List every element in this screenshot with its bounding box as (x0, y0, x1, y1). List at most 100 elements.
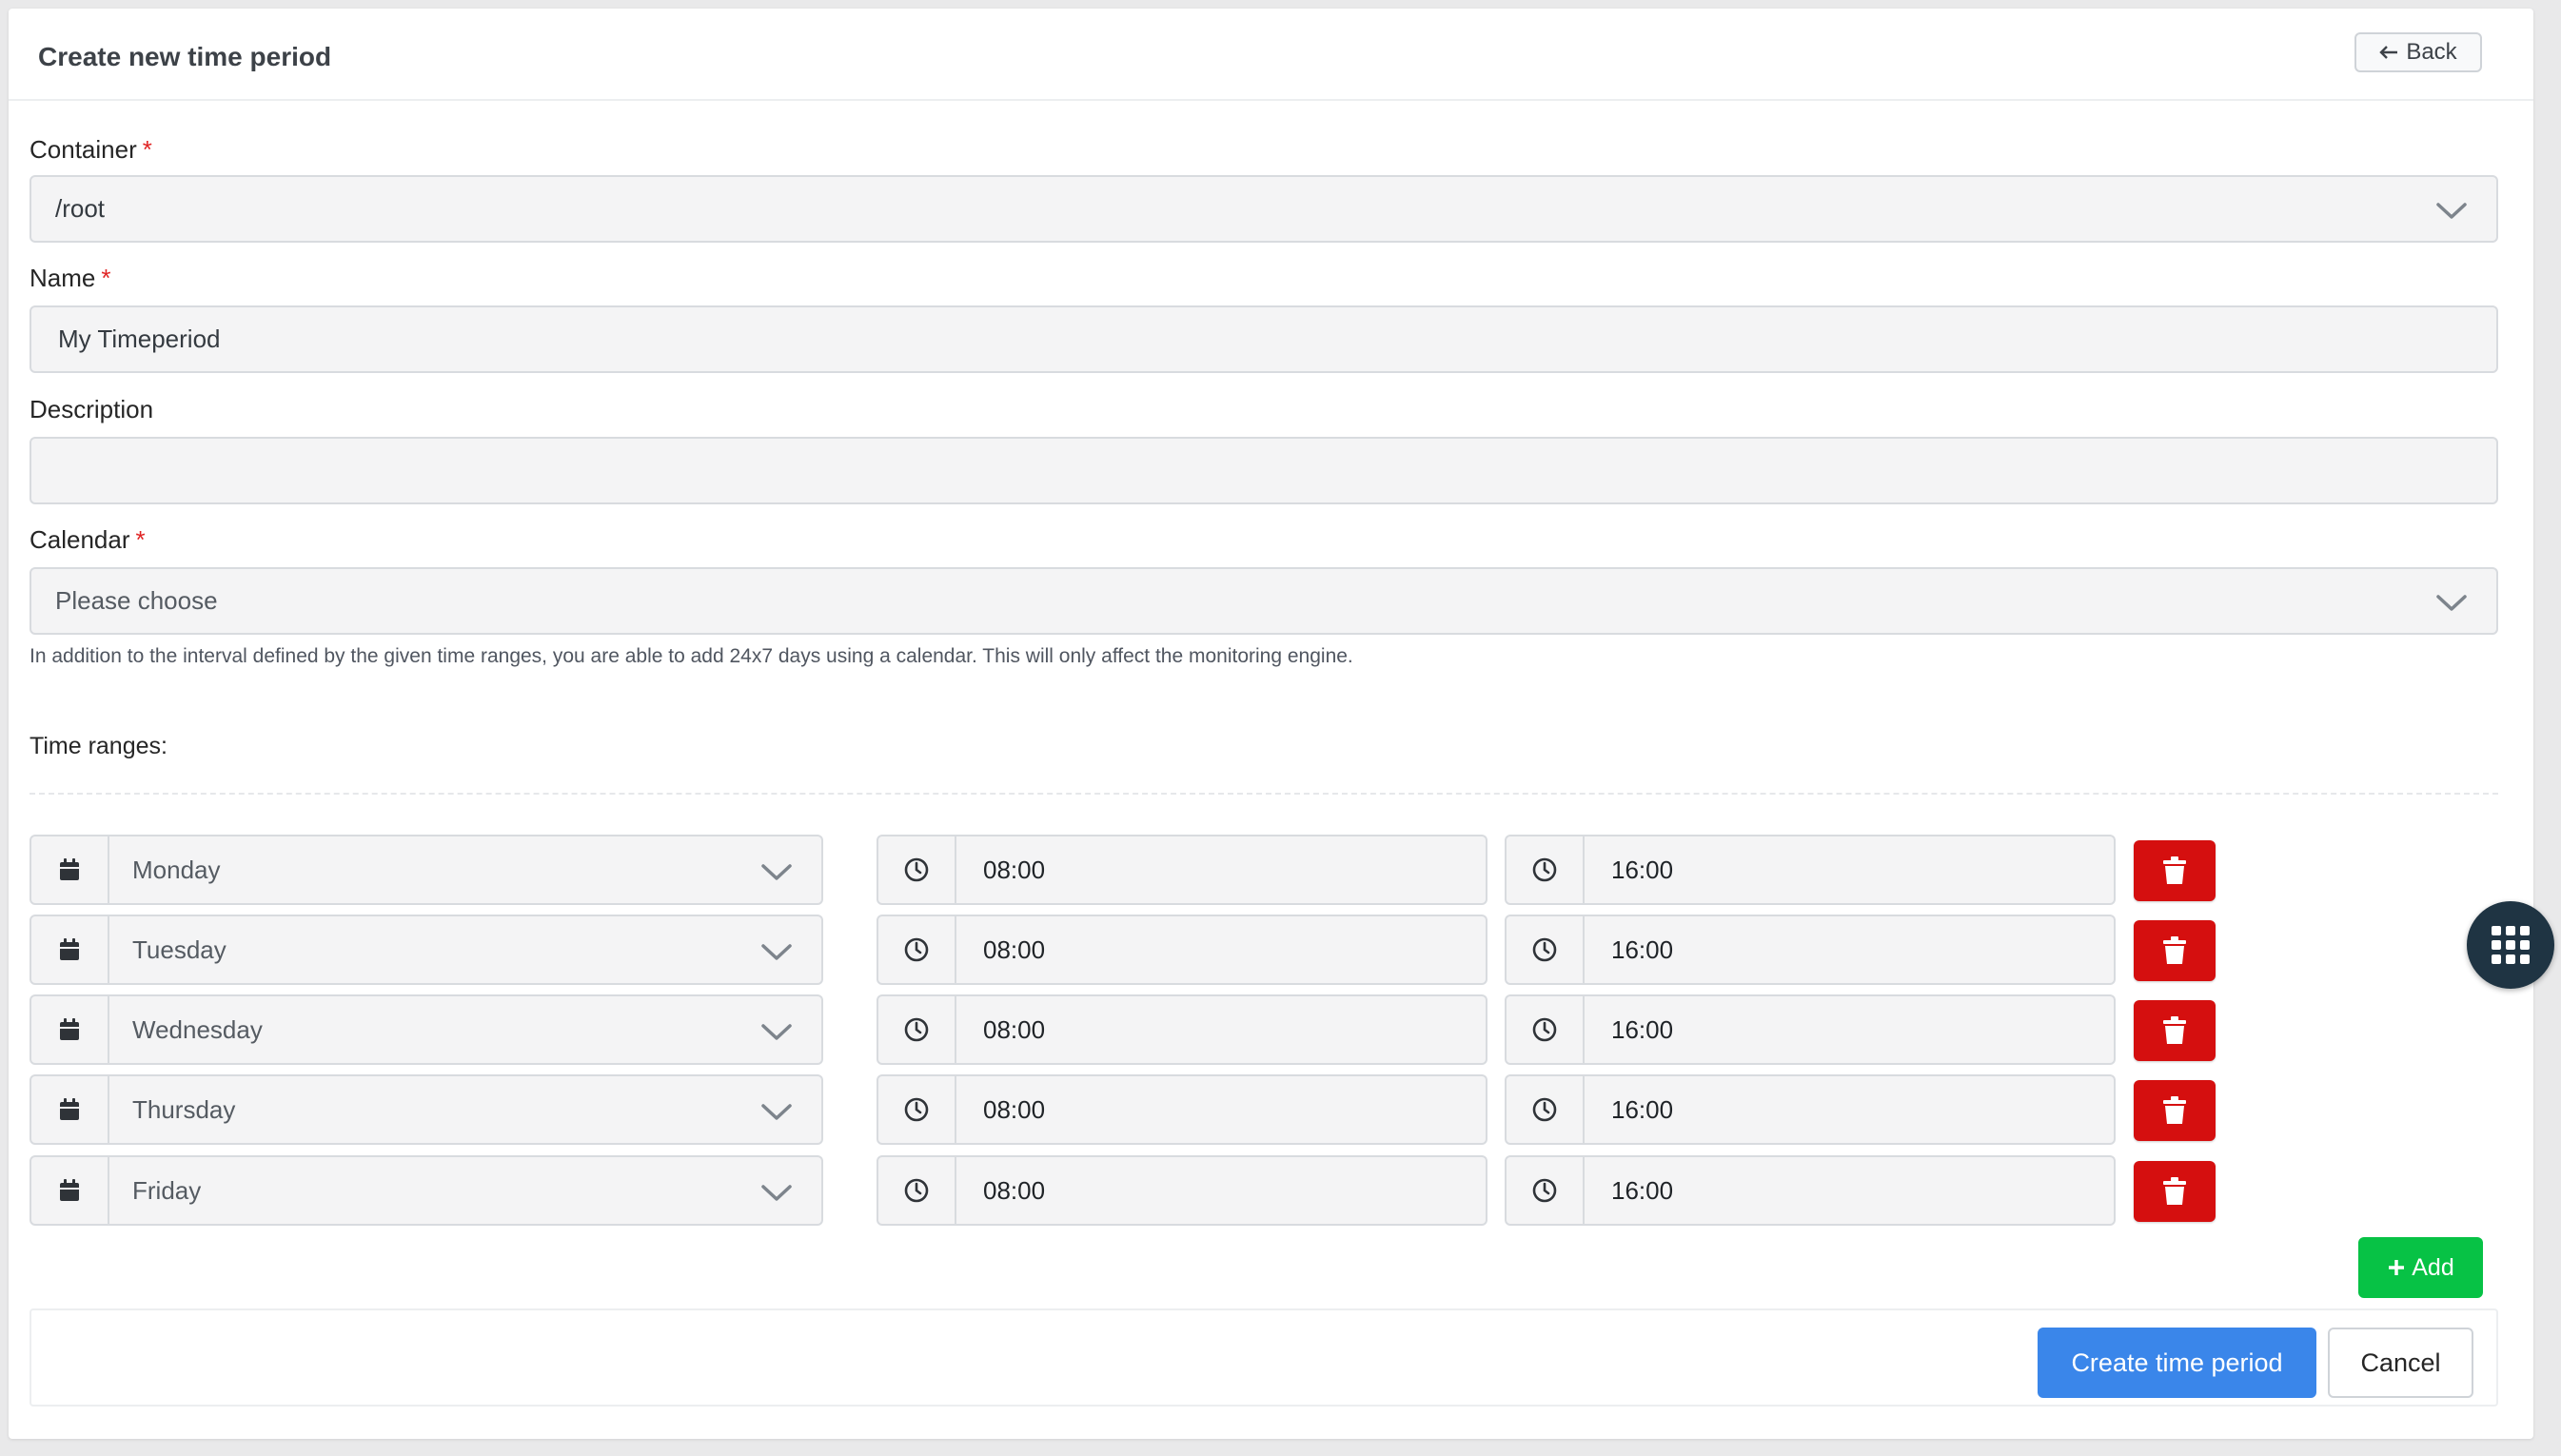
clock-icon (903, 1096, 930, 1123)
start-time-value: 08:00 (983, 1094, 1046, 1124)
clock-icon (1531, 1177, 1558, 1204)
name-input[interactable]: My Timeperiod (30, 305, 2498, 373)
clock-addon (1505, 835, 1585, 905)
divider (30, 793, 2498, 795)
back-button[interactable]: Back (2354, 32, 2482, 72)
end-time-input[interactable]: 16:00 (1585, 1155, 2116, 1226)
day-select[interactable]: Tuesday (109, 915, 823, 985)
trash-icon (2162, 856, 2187, 885)
description-input[interactable] (30, 437, 2498, 504)
start-time-value: 08:00 (983, 1014, 1046, 1044)
end-time-input[interactable]: 16:00 (1585, 835, 2116, 905)
clock-icon (903, 856, 930, 883)
start-time-input[interactable]: 08:00 (956, 835, 1487, 905)
chevron-down-icon (761, 944, 792, 960)
day-select[interactable]: Wednesday (109, 994, 823, 1065)
start-time-input[interactable]: 08:00 (956, 1074, 1487, 1145)
quick-menu-button[interactable] (2467, 901, 2554, 989)
trash-icon (2162, 1016, 2187, 1045)
card-header: Create new time period Back (9, 9, 2533, 101)
delete-time-range-button[interactable] (2134, 920, 2216, 981)
create-time-period-button[interactable]: Create time period (2038, 1328, 2316, 1398)
time-range-row: Wednesday 08:00 16:00 (30, 994, 2218, 1065)
calendar-addon (30, 835, 109, 905)
calendar-select[interactable]: Please choose (30, 567, 2498, 635)
delete-time-range-button[interactable] (2134, 1000, 2216, 1061)
clock-addon (877, 915, 956, 985)
calendar-addon (30, 994, 109, 1065)
start-time-input[interactable]: 08:00 (956, 1155, 1487, 1226)
day-value: Monday (132, 855, 221, 884)
calendar-addon (30, 915, 109, 985)
clock-addon (877, 835, 956, 905)
name-value: My Timeperiod (58, 325, 221, 353)
calendar-icon (58, 857, 81, 882)
delete-time-range-button[interactable] (2134, 1161, 2216, 1222)
calendar-icon (58, 937, 81, 962)
description-label: Description (30, 395, 153, 424)
end-time-input[interactable]: 16:00 (1585, 994, 2116, 1065)
end-time-input[interactable]: 16:00 (1585, 1074, 2116, 1145)
calendar-icon (58, 1017, 81, 1042)
clock-addon (877, 1155, 956, 1226)
plus-icon (2389, 1260, 2405, 1275)
name-label: Name * (30, 264, 110, 293)
required-mark: * (142, 135, 152, 164)
chevron-down-icon (761, 1104, 792, 1120)
calendar-icon (58, 1097, 81, 1122)
time-range-row: Monday 08:00 16:00 (30, 835, 2218, 905)
day-value: Tuesday (132, 935, 227, 964)
trash-icon (2162, 1096, 2187, 1125)
day-select[interactable]: Friday (109, 1155, 823, 1226)
container-label: Container * (30, 135, 152, 165)
clock-icon (1531, 1096, 1558, 1123)
end-time-value: 16:00 (1611, 855, 1674, 884)
end-time-input[interactable]: 16:00 (1585, 915, 2116, 985)
delete-time-range-button[interactable] (2134, 840, 2216, 901)
end-time-value: 16:00 (1611, 935, 1674, 964)
chevron-down-icon (2436, 595, 2467, 611)
clock-addon (1505, 994, 1585, 1065)
container-label-text: Container (30, 135, 137, 164)
calendar-help-text: In addition to the interval defined by t… (30, 645, 1353, 667)
clock-addon (1505, 1074, 1585, 1145)
clock-addon (1505, 915, 1585, 985)
start-time-value: 08:00 (983, 935, 1046, 964)
clock-icon (903, 1016, 930, 1043)
chevron-down-icon (761, 1185, 792, 1201)
clock-addon (877, 994, 956, 1065)
start-time-value: 08:00 (983, 1175, 1046, 1205)
required-mark: * (101, 264, 111, 292)
name-label-text: Name (30, 264, 96, 292)
calendar-addon (30, 1155, 109, 1226)
cancel-button[interactable]: Cancel (2328, 1328, 2473, 1398)
start-time-input[interactable]: 08:00 (956, 994, 1487, 1065)
calendar-value: Please choose (55, 586, 218, 615)
calendar-label-text: Calendar (30, 525, 130, 554)
time-range-row: Tuesday 08:00 16:00 (30, 915, 2218, 985)
clock-icon (903, 936, 930, 963)
day-select[interactable]: Thursday (109, 1074, 823, 1145)
add-time-range-button[interactable]: Add (2358, 1237, 2483, 1298)
end-time-value: 16:00 (1611, 1014, 1674, 1044)
chevron-down-icon (2436, 203, 2467, 219)
add-button-label: Add (2412, 1253, 2454, 1281)
delete-time-range-button[interactable] (2134, 1080, 2216, 1141)
end-time-value: 16:00 (1611, 1094, 1674, 1124)
trash-icon (2162, 936, 2187, 965)
start-time-value: 08:00 (983, 855, 1046, 884)
day-value: Wednesday (132, 1014, 263, 1044)
container-select[interactable]: /root (30, 175, 2498, 243)
description-label-text: Description (30, 395, 154, 423)
time-range-row: Friday 08:00 16:00 (30, 1155, 2218, 1226)
trash-icon (2162, 1177, 2187, 1206)
time-ranges-label: Time ranges: (30, 733, 167, 759)
clock-icon (1531, 856, 1558, 883)
required-mark: * (135, 525, 146, 554)
grid-menu-icon (2492, 926, 2530, 964)
clock-icon (903, 1177, 930, 1204)
start-time-input[interactable]: 08:00 (956, 915, 1487, 985)
day-value: Friday (132, 1175, 202, 1205)
end-time-value: 16:00 (1611, 1175, 1674, 1205)
day-select[interactable]: Monday (109, 835, 823, 905)
